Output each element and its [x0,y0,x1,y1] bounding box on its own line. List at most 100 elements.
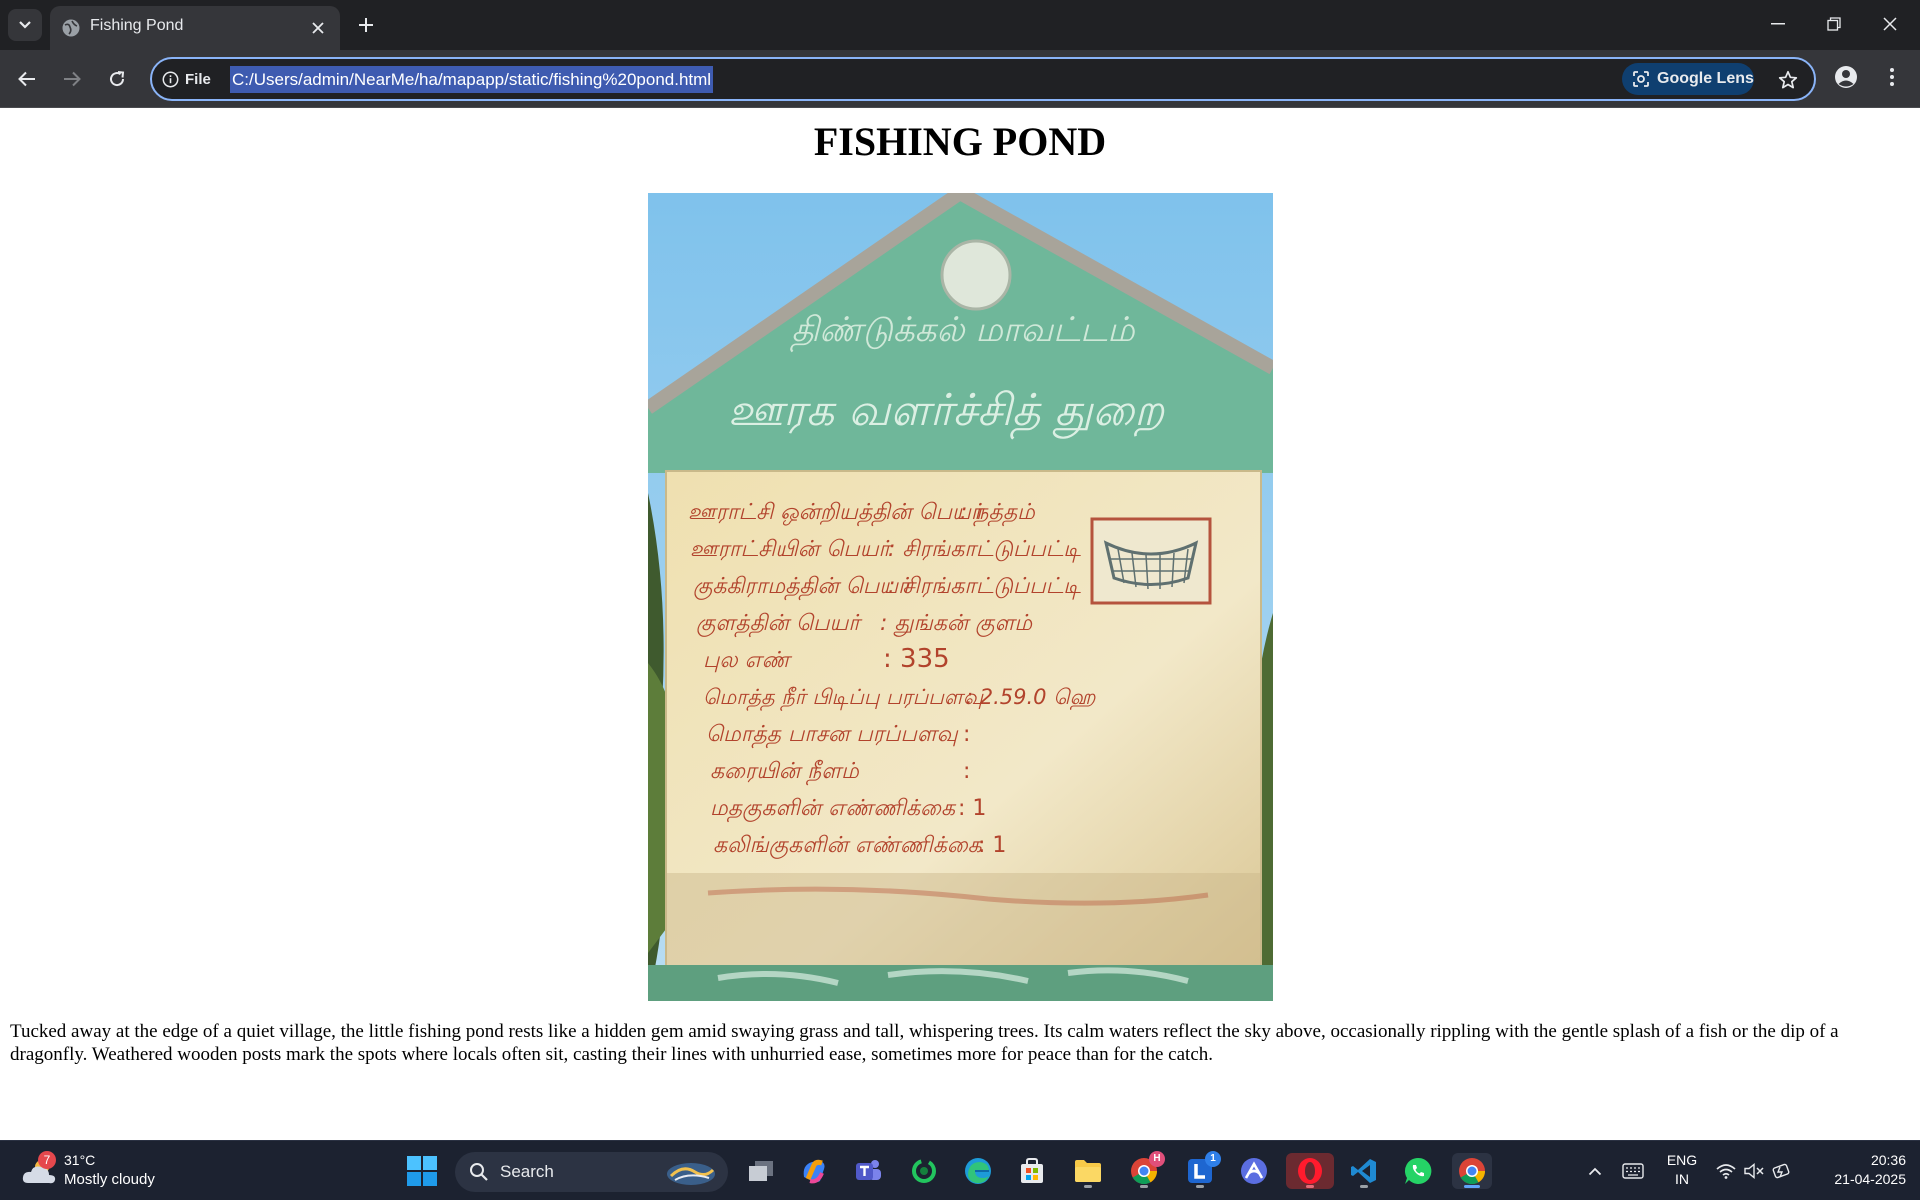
task-view-button[interactable] [741,1153,781,1189]
region-code: IN [1675,1171,1689,1187]
opera-app[interactable] [1286,1153,1334,1189]
sign-district-text: திண்டுக்கல் மாவட்டம் [789,310,1136,353]
teams-icon [853,1157,883,1185]
bookmark-button[interactable] [1774,66,1802,94]
sign-department-text: ஊரக வளர்ச்சித் துறை [728,385,1165,440]
battery-icon [1772,1162,1792,1180]
vscode-app[interactable] [1344,1153,1384,1189]
quick-settings-button[interactable] [1714,1155,1794,1187]
address-bar[interactable]: File C:/Users/admin/NearMe/ha/mapapp/sta… [150,57,1816,101]
tab-fishing-pond[interactable]: Fishing Pond [50,6,340,50]
sign-row-label: புல எண் [703,648,793,673]
pond-sign-photo: திண்டுக்கல் மாவட்டம் ஊரக வளர்ச்சித் துறை… [648,193,1273,1001]
sign-row-value: : 1 [958,796,986,821]
sign-row-label: ஊராட்சி ஒன்றியத்தின் பெயர் [688,500,986,527]
tab-search-button[interactable] [8,9,42,41]
search-icon [469,1162,489,1182]
globe-icon [61,18,81,38]
clock-date: 21-04-2025 [1834,1171,1906,1187]
tab-strip: Fishing Pond [0,0,1920,50]
site-info-chip[interactable]: File [162,66,211,92]
taskbar-search[interactable]: Search [455,1152,728,1192]
task-view-icon [747,1159,775,1183]
minimize-icon [1771,23,1785,25]
touch-keyboard-button[interactable] [1620,1155,1646,1187]
language-indicator[interactable]: ENG IN [1664,1151,1700,1189]
folder-icon [1073,1158,1103,1184]
l-app-badge: 1 [1205,1151,1221,1167]
reload-button[interactable] [101,63,133,95]
chevron-down-icon [18,20,32,30]
weather-widget[interactable]: 7 31°C Mostly cloudy [22,1149,182,1193]
site-chip-label: File [185,70,211,88]
running-indicator [1360,1185,1368,1188]
browser-toolbar: File C:/Users/admin/NearMe/ha/mapapp/sta… [0,50,1920,108]
sign-row-value: : நத்தம் [960,500,1036,527]
arc-app[interactable] [1234,1153,1274,1189]
clock[interactable]: 20:36 21-04-2025 [1806,1151,1906,1189]
edge-app[interactable] [958,1153,998,1189]
copilot-app[interactable] [794,1153,834,1189]
arrow-left-icon [18,71,36,87]
page-content: FISHING POND திண்டுக்கல் மாவட்டம் ஊரக வள… [0,108,1920,1140]
running-indicator [1196,1185,1204,1188]
sign-row-label: மொத்த பாசன பரப்பளவு [706,722,959,749]
running-indicator [1464,1185,1480,1188]
tab-title: Fishing Pond [90,17,184,34]
google-lens-button[interactable]: Google Lens [1622,63,1754,95]
opera-icon [1296,1157,1324,1185]
l-app[interactable]: 1 [1180,1151,1221,1189]
wifi-icon [1716,1163,1736,1179]
taskbar: 7 31°C Mostly cloudy Search H 1 ENG IN 2… [0,1140,1920,1200]
sign-row-label: கரையின் நீளம் [710,759,860,786]
teams-app[interactable] [848,1153,888,1189]
new-tab-button[interactable] [352,11,380,39]
sign-row-value: : 1 [978,833,1006,858]
running-indicator [1306,1185,1314,1188]
sign-row-value: : துங்கன் குளம் [880,611,1033,637]
profile-button[interactable] [1832,63,1860,91]
restore-button[interactable] [1806,0,1862,48]
chrome-app[interactable] [1452,1153,1492,1189]
chrome-profile-badge: H [1149,1151,1165,1167]
whatsapp-app[interactable] [1398,1153,1438,1189]
restore-icon [1827,17,1841,31]
chevron-up-icon [1588,1167,1602,1176]
url-text[interactable]: C:/Users/admin/NearMe/ha/mapapp/static/f… [230,66,714,93]
more-vertical-icon [1889,67,1895,87]
forward-button[interactable] [56,63,88,95]
file-explorer-app[interactable] [1068,1153,1108,1189]
sign-row-value: : [963,759,970,784]
show-hidden-icons-button[interactable] [1584,1155,1606,1187]
language-code: ENG [1666,1152,1698,1168]
keyboard-icon [1622,1163,1644,1179]
copilot-icon [800,1157,828,1185]
browser-menu-button[interactable] [1880,63,1904,91]
chrome-profile-app[interactable]: H [1124,1151,1165,1189]
clock-time: 20:36 [1870,1152,1906,1168]
sign-row-label: மொத்த நீர் பிடிப்பு பரப்பளவு [703,685,984,712]
arc-icon [1240,1157,1268,1185]
running-indicator [1140,1185,1148,1188]
chrome-icon [1457,1156,1487,1186]
start-button[interactable] [402,1153,442,1189]
whatsapp-icon [1403,1156,1433,1186]
edge-icon [963,1156,993,1186]
back-button[interactable] [11,63,43,95]
sign-row-label: ஊராட்சியின் பெயர் [690,537,894,562]
running-indicator [1084,1185,1092,1188]
reload-icon [108,70,126,88]
sign-row-value: : சிரங்காட்டுப்பட்டி [888,537,1081,563]
close-icon [1883,17,1897,31]
sign-row-value: : [963,722,970,747]
minimize-button[interactable] [1750,0,1806,48]
refresh-app[interactable] [904,1153,944,1189]
person-icon [1834,65,1858,89]
close-icon [312,22,324,34]
weather-description: Mostly cloudy [64,1171,155,1188]
star-icon [1778,70,1798,90]
tab-close-button[interactable] [307,17,329,39]
close-window-button[interactable] [1862,0,1918,48]
store-app[interactable] [1012,1153,1052,1189]
sign-row-label: கலிங்குகளின் எண்ணிக்கை [713,833,984,859]
